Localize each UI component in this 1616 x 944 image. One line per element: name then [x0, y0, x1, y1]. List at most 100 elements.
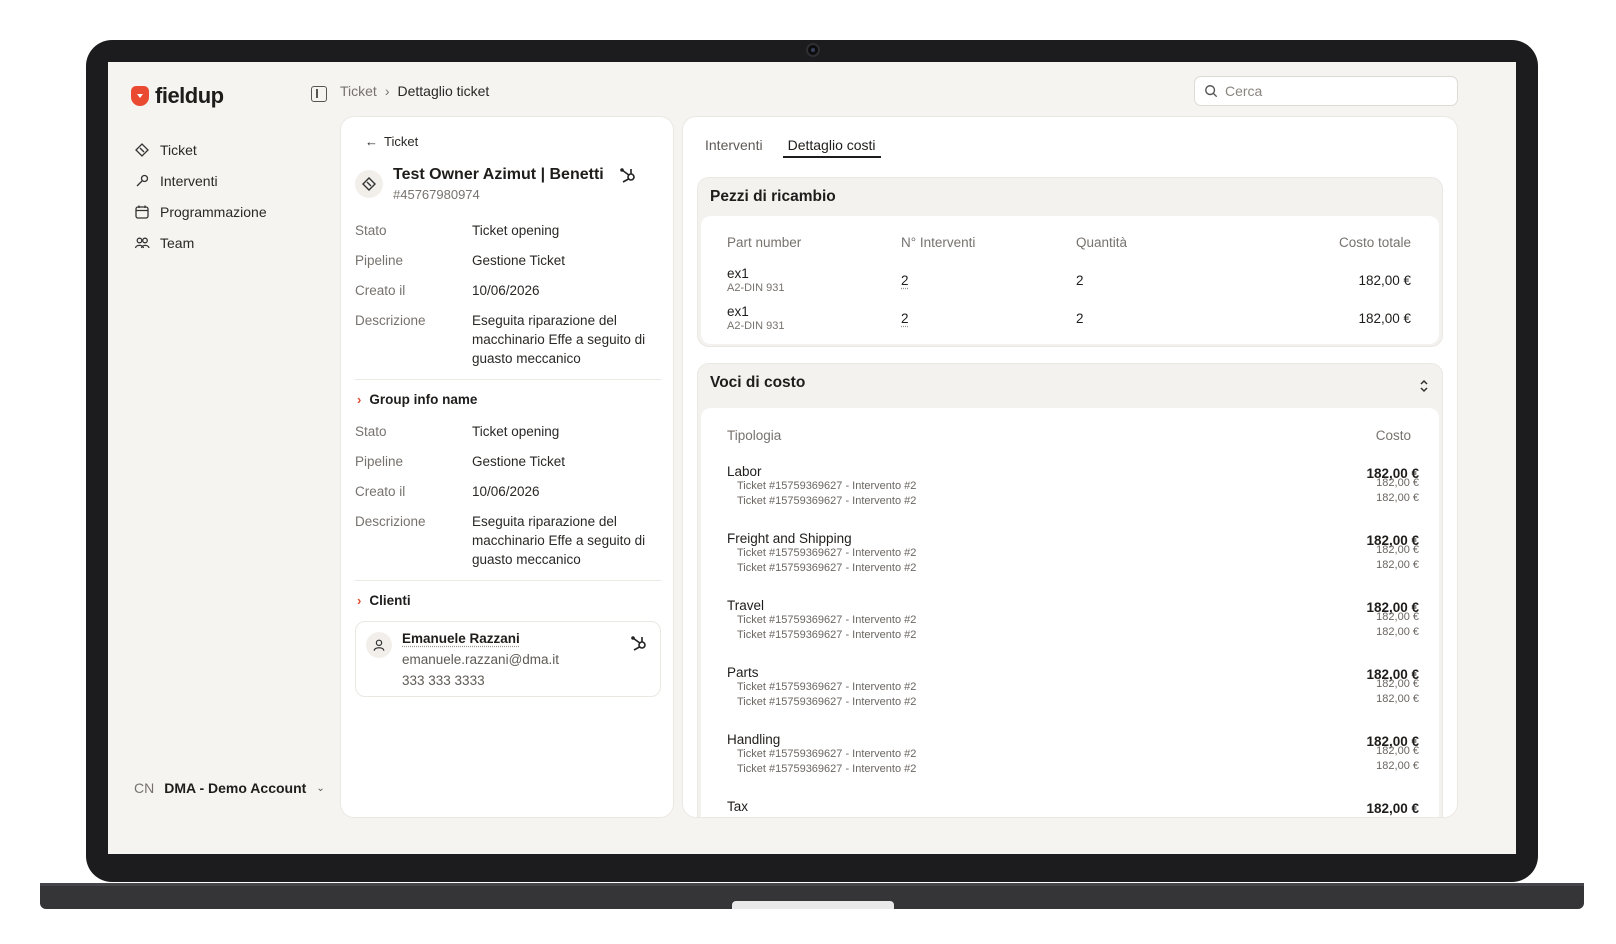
divider	[355, 580, 661, 581]
cost-line-label: Ticket #15759369627 - Intervento #2	[737, 696, 917, 708]
field-label: Creato il	[355, 283, 406, 298]
client-card[interactable]: Emanuele Razzani emanuele.razzani@dma.it…	[355, 621, 661, 697]
part-name: ex1	[727, 304, 749, 319]
ticket-icon	[135, 142, 149, 157]
chevron-right-icon: ›	[357, 593, 362, 608]
cost-line-label: Ticket #15759369627 - Intervento #2	[737, 562, 917, 574]
chevron-right-icon: ›	[384, 83, 390, 99]
cost-items-title: Voci di costo	[710, 374, 806, 391]
sidebar-item-programmazione[interactable]: Programmazione	[134, 196, 267, 227]
back-link-label: Ticket	[384, 134, 419, 149]
tab-dettaglio-costi[interactable]: Dettaglio costi	[782, 137, 881, 158]
ticket-details-panel: ← Ticket Test Owner Azimut | Benetti #45…	[340, 116, 674, 818]
cost-type: Travel	[727, 598, 765, 613]
cost-items-table: Tipologia Costo Labor 182,00 € Ticket #1…	[701, 408, 1439, 817]
hubspot-icon[interactable]	[619, 166, 637, 184]
cost-line-value: 182,00 €	[1376, 693, 1419, 705]
calendar-icon	[135, 205, 149, 219]
field-value: Eseguita riparazione del macchinario Eff…	[472, 313, 646, 366]
part-code: A2-DIN 931	[727, 320, 785, 332]
column-header: Quantità	[1076, 235, 1128, 250]
field-row: Pipeline Gestione Ticket	[355, 452, 655, 471]
ticket-id: #45767980974	[393, 187, 480, 202]
cost-line-value: 182,00 €	[1376, 559, 1419, 571]
part-quantity: 2	[1076, 311, 1084, 326]
account-name: DMA - Demo Account	[164, 780, 307, 796]
cost-line-label: Ticket #15759369627 - Intervento #2	[737, 547, 917, 559]
column-header: Costo	[1375, 428, 1411, 443]
cost-line-value: 182,00 €	[1376, 678, 1419, 690]
account-switcher[interactable]: CN DMA - Demo Account ⌄	[134, 780, 325, 796]
client-name[interactable]: Emanuele Razzani	[402, 631, 520, 646]
field-label: Creato il	[355, 484, 406, 499]
spare-parts-title: Pezzi di ricambio	[710, 188, 836, 205]
app-name: fieldup	[155, 83, 224, 108]
hubspot-icon[interactable]	[630, 634, 648, 652]
cost-group: Tax 182,00 €	[727, 799, 1419, 816]
cost-items-card: Voci di costo Tipologia Costo Labor 182,…	[697, 363, 1443, 817]
sidebar-collapse-icon[interactable]	[311, 86, 327, 102]
app-screen: fieldup Ticket Interventi Programmazione…	[108, 62, 1516, 854]
cost-line-value: 182,00 €	[1376, 626, 1419, 638]
back-to-tickets-link[interactable]: ← Ticket	[365, 134, 418, 149]
expand-collapse-icon[interactable]	[1418, 379, 1430, 393]
breadcrumb: Ticket › Dettaglio ticket	[340, 83, 489, 99]
cost-line-value: 182,00 €	[1376, 477, 1419, 489]
cost-line-label: Ticket #15759369627 - Intervento #2	[737, 495, 917, 507]
search-input[interactable]	[1225, 83, 1425, 99]
spare-parts-table: Part number N° Interventi Quantità Costo…	[701, 216, 1439, 344]
clients-toggle[interactable]: › Clienti	[357, 593, 411, 608]
sidebar-item-ticket[interactable]: Ticket	[134, 134, 267, 165]
part-total: 182,00 €	[1358, 311, 1411, 326]
group-info-toggle[interactable]: › Group info name	[357, 392, 477, 407]
sidebar-item-label: Team	[160, 234, 195, 251]
cost-type: Tax	[727, 799, 749, 814]
tab-interventi[interactable]: Interventi	[705, 137, 763, 158]
user-icon	[366, 632, 392, 658]
field-row: Creato il 10/06/2026	[355, 482, 655, 501]
field-value: Eseguita riparazione del macchinario Eff…	[472, 514, 646, 567]
cost-line-label: Ticket #15759369627 - Intervento #2	[737, 763, 917, 775]
part-interventions[interactable]: 2	[901, 311, 909, 326]
group-fields: Stato Ticket opening Pipeline Gestione Tic…	[355, 422, 655, 580]
field-value: 10/06/2026	[472, 283, 540, 298]
field-label: Pipeline	[355, 253, 404, 268]
sidebar-item-team[interactable]: Team	[134, 227, 267, 258]
sidebar-item-label: Ticket	[160, 141, 197, 158]
sidebar-item-interventi[interactable]: Interventi	[134, 165, 267, 196]
field-value: Gestione Ticket	[472, 253, 566, 268]
cost-line-label: Ticket #15759369627 - Intervento #2	[737, 748, 917, 760]
cost-line-label: Ticket #15759369627 - Intervento #2	[737, 629, 917, 641]
fieldup-logo-icon	[131, 86, 149, 106]
field-label: Descrizione	[355, 313, 426, 328]
cost-group: Handling 182,00 € Ticket #15759369627 - …	[727, 732, 1419, 777]
field-label: Stato	[355, 424, 387, 439]
part-interventions[interactable]: 2	[901, 273, 909, 288]
field-label: Stato	[355, 223, 387, 238]
cost-type: Parts	[727, 665, 759, 680]
laptop-notch	[732, 901, 894, 909]
app-logo[interactable]: fieldup	[131, 83, 224, 109]
team-icon	[134, 237, 150, 248]
breadcrumb-parent[interactable]: Ticket	[340, 83, 377, 99]
chevron-down-icon: ⌄	[316, 782, 325, 794]
cost-line-value: 182,00 €	[1376, 544, 1419, 556]
cost-line-value: 182,00 €	[1376, 745, 1419, 757]
breadcrumb-current: Dettaglio ticket	[397, 83, 490, 99]
column-header: Costo totale	[1338, 235, 1411, 250]
sidebar-item-label: Programmazione	[160, 203, 267, 220]
clients-title: Clienti	[369, 593, 411, 608]
search-icon	[1205, 85, 1218, 98]
search-box[interactable]	[1194, 76, 1458, 106]
divider	[355, 379, 661, 380]
ticket-fields: Stato Ticket opening Pipeline Gestione Tic…	[355, 221, 655, 379]
cost-line-label: Ticket #15759369627 - Intervento #2	[737, 480, 917, 492]
part-code: A2-DIN 931	[727, 282, 785, 294]
field-value: Gestione Ticket	[472, 454, 566, 469]
cost-type: Freight and Shipping	[727, 531, 852, 546]
field-value: Ticket opening	[472, 223, 560, 238]
cost-group: Travel 182,00 € Ticket #15759369627 - In…	[727, 598, 1419, 643]
cost-type: Labor	[727, 464, 762, 479]
cost-details-panel: Interventi Dettaglio costi Pezzi di rica…	[682, 116, 1458, 818]
client-phone: 333 333 3333	[402, 673, 485, 688]
